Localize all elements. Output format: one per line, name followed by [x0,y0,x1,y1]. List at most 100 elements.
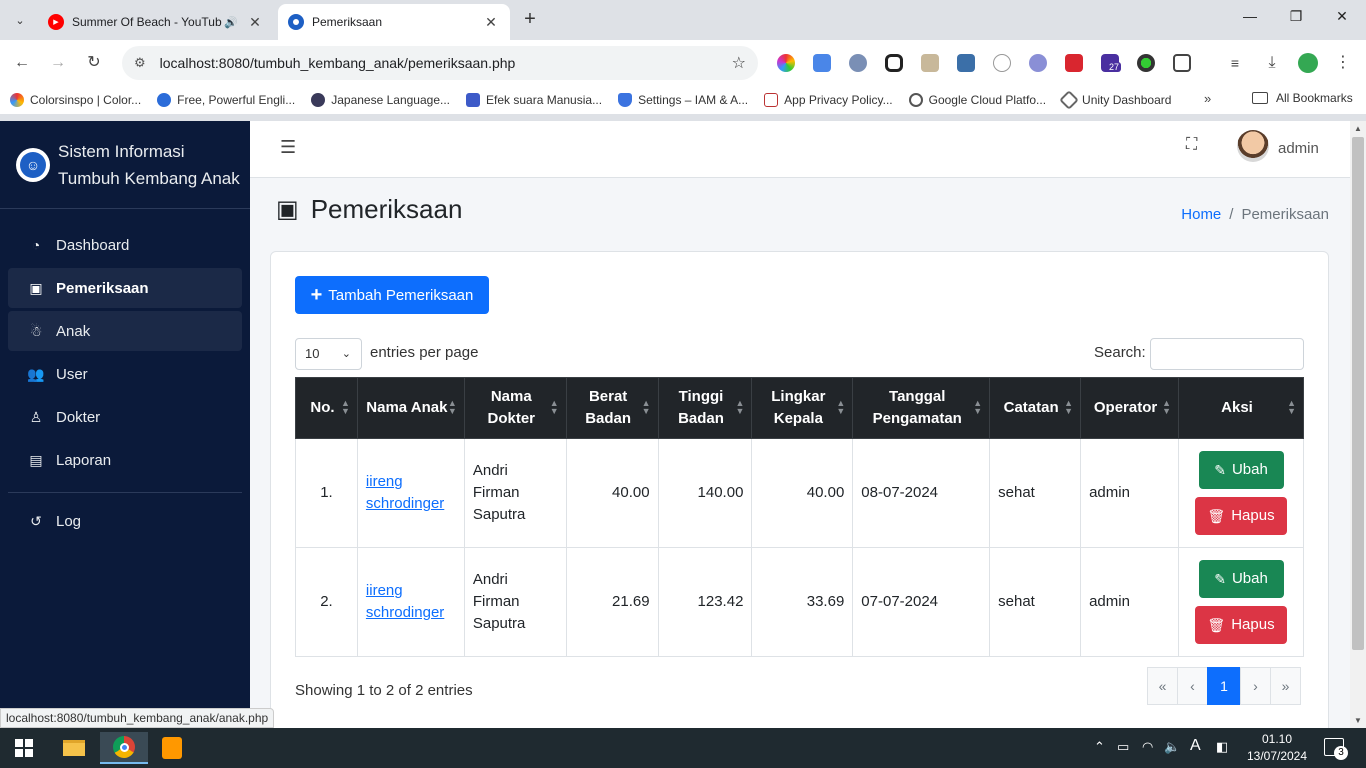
m-extension-icon[interactable] [1065,54,1083,72]
tab-youtube[interactable]: ▶ Summer Of Beach - YouTub 🔊 ✕ [38,4,274,40]
color-wheel-extension-icon[interactable] [777,54,795,72]
anak-link[interactable]: iireng schrodinger [366,473,444,512]
taskbar-clock[interactable]: 01.10 13/07/2024 [1246,731,1308,765]
column-header[interactable]: Tinggi Badan ▲ ▼ [657,377,753,439]
bookmark-item[interactable]: Efek suara Manusia... [466,93,602,107]
gear-extension-icon[interactable] [1029,54,1047,72]
sidebar-item-user[interactable]: 👥 User [8,354,242,394]
bookmark-label: Settings – IAM & A... [638,93,749,107]
sidebar-item-dokter[interactable]: ♙ Dokter [8,397,242,437]
bookmark-item[interactable]: Japanese Language... [311,93,450,107]
sidebar-item-log[interactable]: ↺ Log [8,501,242,541]
address-bar[interactable]: ⚙ localhost:8080/tumbuh_kembang_anak/pem… [122,46,758,80]
all-bookmarks-button[interactable]: All Bookmarks [1252,91,1353,105]
column-header[interactable]: Tanggal Pengamatan ▲ ▼ [852,377,991,439]
column-header[interactable]: Lingkar Kepala ▲ ▼ [751,377,854,439]
chrome-taskbar-icon[interactable] [100,732,148,764]
breadcrumb-home[interactable]: Home [1181,206,1221,223]
page-last-button[interactable]: » [1270,667,1301,705]
scroll-up-icon[interactable]: ▲ [1354,124,1362,133]
tab-search-dropdown-icon[interactable]: ⌄ [8,8,32,32]
file-explorer-icon[interactable] [50,732,98,764]
add-pemeriksaan-button[interactable]: + Tambah Pemeriksaan [295,276,489,314]
edit-button[interactable]: ✎ Ubah [1198,451,1284,489]
battery-icon[interactable]: ▭ [1117,739,1129,755]
delete-button[interactable]: 🗑 Hapus [1195,606,1287,644]
url-text[interactable]: localhost:8080/tumbuh_kembang_anak/pemer… [160,55,732,71]
forward-icon[interactable]: → [45,50,71,76]
compass-extension-icon[interactable] [849,54,867,72]
back-icon[interactable]: ← [9,50,35,76]
sidebar-item-dashboard[interactable]: ◔ Dashboard [8,225,242,265]
bookmark-item[interactable]: Settings – IAM & A... [618,93,748,107]
page-title-text: Pemeriksaan [310,194,463,224]
sidebar-item-pemeriksaan[interactable]: ▣ Pemeriksaan [8,268,242,308]
column-header[interactable]: Berat Badan ▲ ▼ [565,377,659,439]
pen-extension-icon[interactable] [993,54,1011,72]
edit-button[interactable]: ✎ Ubah [1198,560,1284,598]
close-tab-icon[interactable]: ✕ [482,14,500,31]
tracker-extension-icon[interactable] [885,54,903,72]
windows-start-icon[interactable] [0,732,48,764]
puzzle-extensions-icon[interactable] [1173,54,1191,72]
bookmark-label: Free, Powerful Engli... [177,93,296,107]
user-avatar[interactable] [1237,130,1269,162]
restore-icon[interactable]: ❐ [1284,8,1308,32]
bookmark-item[interactable]: App Privacy Policy... [764,93,893,107]
page-length-select[interactable]: 10 ⌄ [295,338,362,370]
anak-link[interactable]: iireng schrodinger [366,582,444,621]
delete-button[interactable]: 🗑 Hapus [1195,497,1287,535]
username[interactable]: admin [1278,140,1319,157]
wifi-icon[interactable]: ◠ [1142,739,1153,755]
fullscreen-icon[interactable]: ⛶ [1186,136,1197,154]
profile-avatar-icon[interactable] [1298,53,1318,73]
column-header[interactable]: Catatan ▲ ▼ [989,377,1082,439]
column-header[interactable]: Aksi ▲ ▼ [1178,377,1304,439]
breadcrumb: Home / Pemeriksaan [1181,206,1329,223]
minimize-icon[interactable]: — [1238,8,1262,32]
page-prev-button[interactable]: ‹ [1177,667,1208,705]
download-icon[interactable]: ⤓ [1259,50,1285,76]
bookmark-item[interactable]: Google Cloud Platfo... [908,93,1046,107]
speaker-icon[interactable]: 🔊 [224,16,238,29]
bookmark-item[interactable]: Free, Powerful Engli... [157,93,295,107]
display-icon[interactable]: ◧ [1216,739,1228,755]
volume-icon[interactable]: 🔈 [1164,739,1180,755]
site-info-icon[interactable]: ⚙ [134,55,146,71]
ime-icon[interactable]: A [1190,737,1201,755]
sidebar-item-laporan[interactable]: ▤ Laporan [8,440,242,480]
brand[interactable]: ☺ Sistem Informasi Tumbuh Kembang Anak [0,121,250,209]
search-input[interactable] [1150,338,1304,370]
menu-dots-icon[interactable]: ⋮ [1330,50,1356,76]
cell-catatan: sehat [989,438,1082,548]
page-next-button[interactable]: › [1240,667,1271,705]
chevron-up-icon[interactable]: ⌃ [1094,739,1105,755]
column-header[interactable]: Nama Anak ▲ ▼ [356,377,465,439]
column-header[interactable]: No. ▲ ▼ [295,377,358,439]
globe-extension-icon[interactable] [1137,54,1155,72]
new-tab-button[interactable]: + [518,8,542,32]
sidebar-item-anak[interactable]: ☃ Anak [8,311,242,351]
close-window-icon[interactable]: ✕ [1330,8,1354,32]
scroll-down-icon[interactable]: ▼ [1354,716,1362,725]
image-extension-icon[interactable] [921,54,939,72]
translate-extension-icon[interactable] [813,54,831,72]
page-first-button[interactable]: « [1147,667,1178,705]
hamburger-menu-icon[interactable]: ☰ [280,137,296,158]
scrollbar-thumb[interactable] [1352,137,1364,650]
s-extension-icon[interactable] [957,54,975,72]
tab-pemeriksaan[interactable]: Pemeriksaan ✕ [278,4,510,40]
more-bookmarks-icon[interactable]: » [1204,91,1211,106]
bookmark-star-icon[interactable]: ☆ [732,53,746,73]
column-header[interactable]: Operator ▲ ▼ [1080,377,1179,439]
reload-icon[interactable]: ↻ [81,50,107,76]
bookmark-item[interactable]: Unity Dashboard [1059,90,1171,110]
page-title: ▣ Pemeriksaan [276,194,462,225]
sublime-text-icon[interactable] [148,732,196,764]
page-scrollbar[interactable]: ▲ ▼ [1350,121,1366,728]
page-1-button[interactable]: 1 [1207,667,1241,705]
column-header[interactable]: Nama Dokter ▲ ▼ [463,377,567,439]
media-queue-icon[interactable]: ≡ [1222,50,1248,76]
bookmark-item[interactable]: Colorsinspo | Color... [10,93,141,107]
close-tab-icon[interactable]: ✕ [246,14,264,31]
